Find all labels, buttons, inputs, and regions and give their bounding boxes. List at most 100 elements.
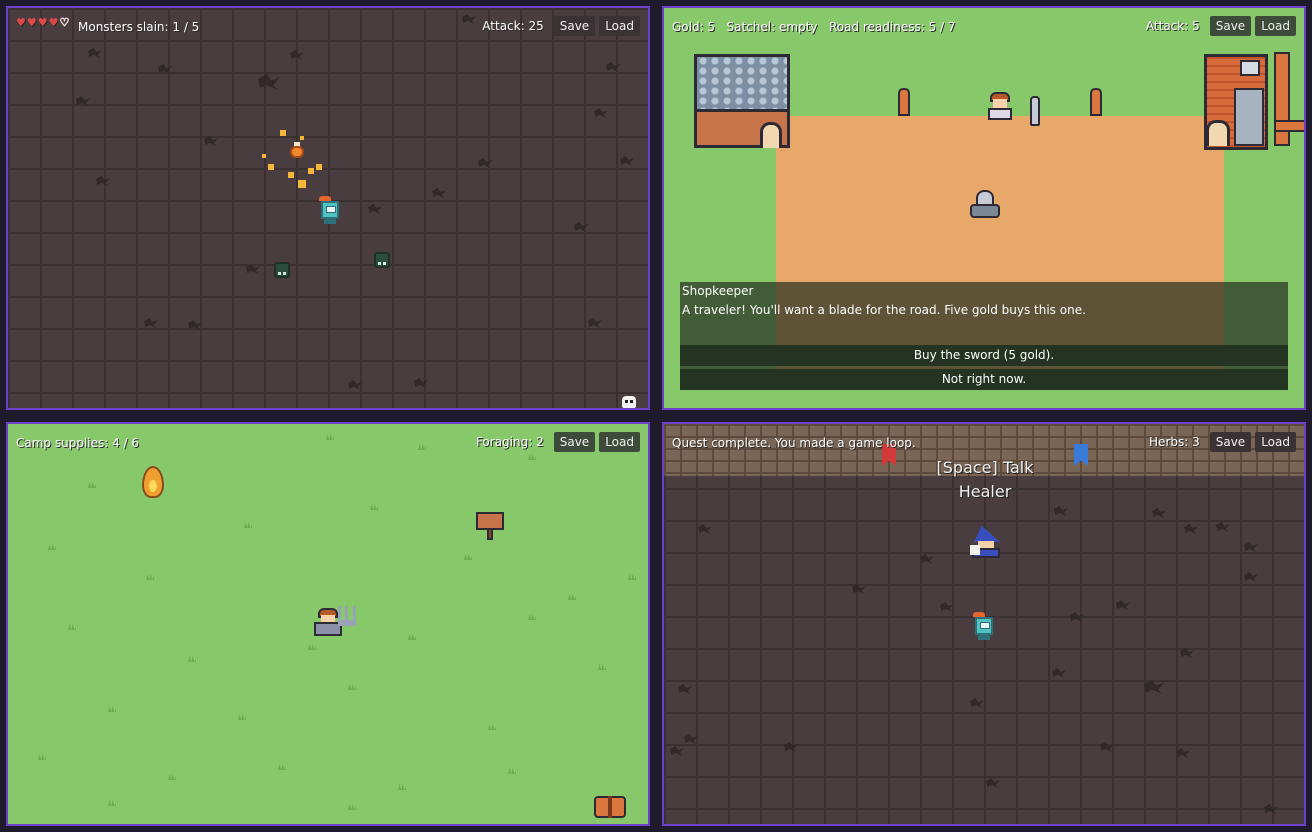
healer-pane: Quest complete. You made a game loop. He… bbox=[662, 422, 1306, 826]
sword-icon[interactable] bbox=[1030, 96, 1040, 126]
grass-tuft bbox=[188, 656, 196, 662]
floor-crack bbox=[940, 602, 954, 612]
inventory-status: Gold: 5 Satchel: empty Road readiness: 5… bbox=[672, 20, 956, 34]
hud: Gold: 5 Satchel: empty Road readiness: 5… bbox=[664, 8, 1304, 44]
grass-tuft bbox=[88, 482, 96, 488]
save-button[interactable]: Save bbox=[1209, 16, 1252, 36]
hud: Quest complete. You made a game loop. He… bbox=[664, 424, 1304, 460]
wooden-post bbox=[898, 88, 910, 116]
house-stone-roof bbox=[694, 54, 790, 150]
foraging-stat: Foraging: 2 bbox=[475, 435, 544, 449]
dialog-box: Shopkeeper A traveler! You'll want a bla… bbox=[680, 282, 1288, 390]
quest-status: Quest complete. You made a game loop. bbox=[672, 436, 916, 450]
floor-crack bbox=[96, 176, 110, 186]
grass-tuft bbox=[38, 754, 46, 760]
grass-tuft bbox=[108, 706, 116, 712]
dialog-choice-decline[interactable]: Not right now. bbox=[680, 369, 1288, 390]
house-brick bbox=[1204, 54, 1268, 150]
load-button[interactable]: Load bbox=[1255, 432, 1296, 452]
floor-crack bbox=[1244, 572, 1258, 582]
grass-tuft bbox=[348, 804, 356, 810]
floor-crack bbox=[1052, 668, 1066, 678]
grass-tuft bbox=[308, 644, 316, 650]
floor-crack bbox=[368, 204, 382, 214]
grass-tuft bbox=[348, 684, 356, 690]
loot-spark bbox=[298, 180, 306, 188]
heart-icon: ♥ bbox=[37, 16, 48, 29]
floor-crack bbox=[1152, 508, 1166, 518]
slime-monster[interactable] bbox=[374, 252, 390, 268]
attack-stat: Attack: 25 bbox=[482, 19, 544, 33]
floor-crack bbox=[76, 96, 90, 106]
loot-spark bbox=[288, 172, 294, 178]
floor-crack bbox=[348, 380, 362, 390]
floor-crack bbox=[784, 742, 798, 752]
floor-crack bbox=[188, 320, 202, 330]
floor-crack bbox=[246, 264, 260, 274]
loot-spark bbox=[308, 168, 314, 174]
hud: Camp supplies: 4 / 6 Foraging: 2 Save Lo… bbox=[8, 424, 648, 460]
floor-crack bbox=[1264, 804, 1278, 814]
load-button[interactable]: Load bbox=[1255, 16, 1296, 36]
floor-crack bbox=[1244, 542, 1258, 552]
floor-crack bbox=[1100, 742, 1114, 752]
dialog-choice-buy[interactable]: Buy the sword (5 gold). bbox=[680, 345, 1288, 366]
shopkeeper-npc[interactable] bbox=[988, 92, 1012, 120]
grass-tuft bbox=[488, 724, 496, 730]
floor-crack bbox=[670, 746, 684, 756]
grass-tuft bbox=[146, 574, 154, 580]
save-button[interactable]: Save bbox=[553, 16, 596, 36]
wooden-post bbox=[1090, 88, 1102, 116]
signpost[interactable] bbox=[476, 512, 504, 540]
health-hearts: ♥ ♥ ♥ ♥ ♡ bbox=[16, 16, 70, 30]
floor-crack bbox=[1070, 612, 1084, 622]
slime-monster[interactable] bbox=[274, 262, 290, 278]
grass-tuft bbox=[168, 774, 176, 780]
floor-crack bbox=[852, 584, 866, 594]
skull-icon bbox=[622, 396, 636, 408]
save-button[interactable]: Save bbox=[553, 432, 596, 452]
grass-tuft bbox=[108, 800, 116, 806]
monsters-slain-counter: Monsters slain: 1 / 5 bbox=[78, 20, 200, 34]
player-knight bbox=[318, 196, 340, 224]
potion-icon[interactable] bbox=[290, 142, 304, 158]
floor-crack bbox=[1054, 506, 1068, 516]
campfire-icon[interactable] bbox=[142, 466, 164, 498]
load-button[interactable]: Load bbox=[599, 432, 640, 452]
heart-icon: ♥ bbox=[48, 16, 59, 29]
npc-name-label: Healer bbox=[958, 482, 1012, 501]
floor-crack bbox=[620, 156, 634, 166]
heart-icon: ♥ bbox=[16, 16, 26, 29]
grass-tuft bbox=[464, 554, 472, 560]
loot-spark bbox=[262, 154, 266, 158]
save-button[interactable]: Save bbox=[1209, 432, 1252, 452]
grass-tuft bbox=[528, 614, 536, 620]
load-button[interactable]: Load bbox=[599, 16, 640, 36]
grass-tuft bbox=[68, 624, 76, 630]
grass-tuft bbox=[408, 634, 416, 640]
attack-stat: Attack: 5 bbox=[1145, 19, 1200, 33]
floor-crack bbox=[204, 136, 218, 146]
road-readiness: Road readiness: 5 / 7 bbox=[828, 20, 956, 34]
floor-crack bbox=[88, 48, 102, 58]
grass-tuft bbox=[370, 504, 378, 510]
floor-crack bbox=[478, 158, 492, 168]
loot-spark bbox=[280, 130, 286, 136]
dialog-speaker: Shopkeeper bbox=[682, 284, 754, 298]
loot-spark bbox=[316, 164, 322, 170]
floor-crack bbox=[414, 378, 428, 388]
heart-empty-icon: ♡ bbox=[59, 16, 70, 30]
dungeon-battle-pane: ♥ ♥ ♥ ♥ ♡ Monsters slain: 1 / 5 Attack: … bbox=[6, 6, 650, 410]
floor-crack bbox=[1116, 600, 1130, 610]
dialog-message: A traveler! You'll want a blade for the … bbox=[682, 303, 1086, 317]
grass-tuft bbox=[244, 522, 252, 528]
floor-crack bbox=[970, 698, 984, 708]
gold-counter: Gold: 5 bbox=[672, 20, 716, 34]
loot-spark bbox=[268, 164, 274, 170]
hud: ♥ ♥ ♥ ♥ ♡ Monsters slain: 1 / 5 Attack: … bbox=[8, 8, 648, 44]
floor-crack bbox=[290, 50, 304, 60]
supply-bundle[interactable] bbox=[594, 796, 626, 818]
healer-npc[interactable] bbox=[970, 526, 1000, 558]
grass-tuft bbox=[238, 714, 246, 720]
floor-crack bbox=[1144, 680, 1164, 694]
